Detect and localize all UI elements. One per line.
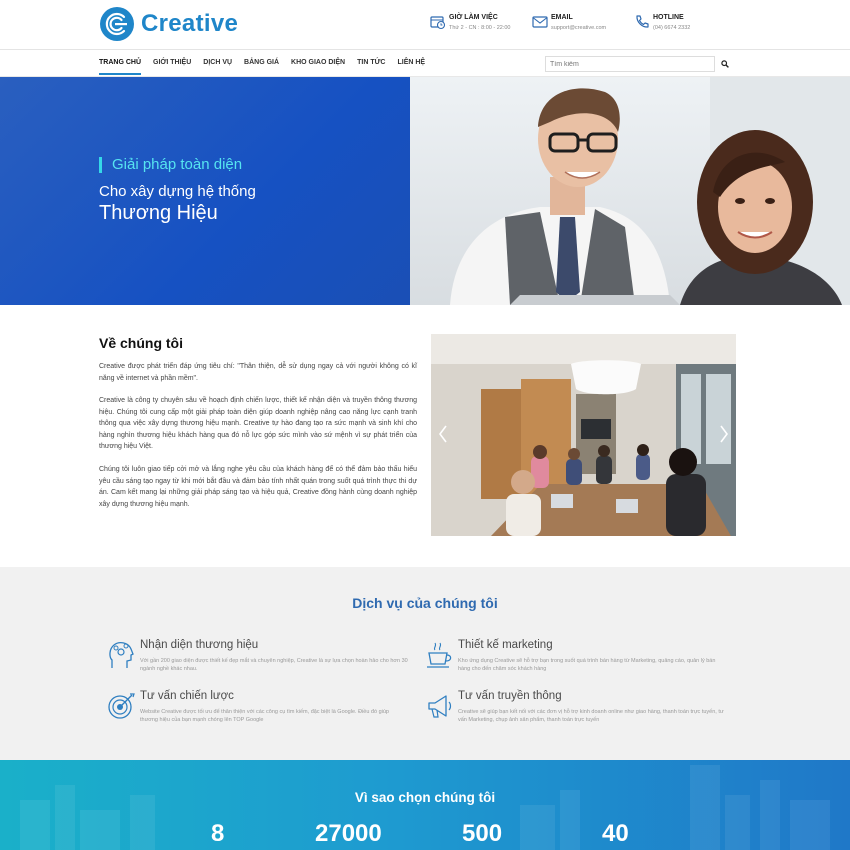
about-paragraph-3: Chúng tôi luôn giao tiếp cởi mở và lắng … <box>99 466 417 508</box>
service-description: Creative sẽ giúp bạn kết nối với các đơn… <box>458 709 724 723</box>
nav-item-pricing[interactable]: BẢNG GIÁ <box>244 51 279 77</box>
about-title: Về chúng tôi <box>99 335 183 351</box>
logo-text: Creative <box>141 10 239 37</box>
contact-hours-value: Thứ 2 - CN : 8:00 - 22:00 <box>449 25 511 31</box>
service-title: Tư vấn chiến lược <box>140 690 234 702</box>
service-description: Kho ứng dụng Creative sẽ hỗ trợ bạn tron… <box>458 658 716 672</box>
contact-hotline-value[interactable]: (04) 6674 2332 <box>653 24 690 33</box>
services-section: Dịch vụ của chúng tôi Nhận diện thương h… <box>0 567 850 760</box>
nav-item-about[interactable]: GIỚI THIỆU <box>153 51 191 77</box>
about-image-slider <box>431 334 736 536</box>
meeting-photo-illustration <box>431 334 736 536</box>
stat-value: 27000 <box>315 820 382 847</box>
hero-photo-illustration <box>410 77 850 305</box>
stat-value: 40 <box>602 820 629 847</box>
slider-prev-button[interactable] <box>435 422 451 446</box>
envelope-icon <box>532 16 548 28</box>
search-icon <box>721 60 729 68</box>
search-box <box>545 56 733 72</box>
hero-headline-line2: Thương Hiệu <box>99 202 218 224</box>
chevron-left-icon <box>439 425 447 443</box>
brain-gears-icon <box>109 642 134 668</box>
hero-banner: Giải pháp toàn diện Cho xây dựng hệ thốn… <box>0 77 850 305</box>
city-skyline-background <box>20 765 830 850</box>
stat-value: 500 <box>462 820 503 847</box>
contact-hotline-title: HOTLINE <box>653 14 684 21</box>
contact-hours-title: GIỜ LÀM VIỆC <box>449 14 498 21</box>
service-title: Thiết kế marketing <box>458 639 553 651</box>
contact-email: EMAIL support@creative.com <box>532 13 606 33</box>
search-button[interactable] <box>717 56 733 72</box>
phone-icon <box>636 15 649 28</box>
stat-value: 8 <box>211 820 225 847</box>
service-item-communication[interactable]: Tư vấn truyền thông Creative sẽ giúp bạn… <box>426 687 726 731</box>
hero-headline-line1: Cho xây dựng hệ thống <box>99 183 256 200</box>
logo[interactable]: Creative <box>99 5 238 43</box>
logo-mark-icon <box>100 7 134 41</box>
nav-item-news[interactable]: TIN TỨC <box>357 51 385 77</box>
services-title: Dịch vụ của chúng tôi <box>352 595 498 611</box>
contact-hours: GIỜ LÀM VIỆC Thứ 2 - CN : 8:00 - 22:00 <box>430 13 510 33</box>
clock-icon <box>430 16 446 30</box>
search-input[interactable] <box>545 56 715 72</box>
slider-next-button[interactable] <box>716 422 732 446</box>
service-item-branding[interactable]: Nhận diện thương hiệu Với gần 200 giao d… <box>108 636 408 680</box>
nav-item-templates[interactable]: KHO GIAO DIỆN <box>291 51 345 77</box>
main-nav: TRANG CHỦ GIỚI THIỆU DỊCH VỤ BẢNG GIÁ KH… <box>0 51 850 77</box>
nav-item-home[interactable]: TRANG CHỦ <box>99 51 141 75</box>
megaphone-icon <box>428 695 452 718</box>
about-paragraph-2: Creative là công ty chuyên sâu về hoạch … <box>99 397 417 450</box>
coffee-cup-icon <box>427 642 452 668</box>
contact-email-title: EMAIL <box>551 14 573 21</box>
service-title: Nhận diện thương hiệu <box>140 639 259 651</box>
site-header: Creative GIỜ LÀM VIỆC Thứ 2 - CN : 8:00 … <box>0 0 850 50</box>
why-title: Vì sao chọn chúng tôi <box>354 790 496 805</box>
service-description: Website Creative được tối ưu để thân thi… <box>140 709 389 723</box>
hero-image <box>410 77 850 305</box>
about-paragraph-1: Creative được phát triển đáp ứng tiêu ch… <box>99 363 417 382</box>
service-description: Với gần 200 giao diện được thiết kế đẹp … <box>140 658 408 672</box>
contact-email-value[interactable]: support@creative.com <box>551 24 606 33</box>
service-item-marketing[interactable]: Thiết kế marketing Kho ứng dụng Creative… <box>426 636 726 680</box>
service-item-strategy[interactable]: Tư vấn chiến lược Website Creative được … <box>108 687 408 731</box>
nav-menu: TRANG CHỦ GIỚI THIỆU DỊCH VỤ BẢNG GIÁ KH… <box>99 51 437 77</box>
target-icon <box>108 693 135 719</box>
service-title: Tư vấn truyền thông <box>458 690 562 702</box>
nav-item-services[interactable]: DỊCH VỤ <box>203 51 232 77</box>
nav-item-contact[interactable]: LIÊN HỆ <box>397 51 425 77</box>
why-choose-us-section: Vì sao chọn chúng tôi 8 27000 500 40 <box>0 760 850 850</box>
chevron-right-icon <box>720 425 728 443</box>
contact-hotline: HOTLINE (04) 6674 2332 <box>634 13 690 33</box>
hero-tagline: Giải pháp toàn diện <box>99 157 242 173</box>
